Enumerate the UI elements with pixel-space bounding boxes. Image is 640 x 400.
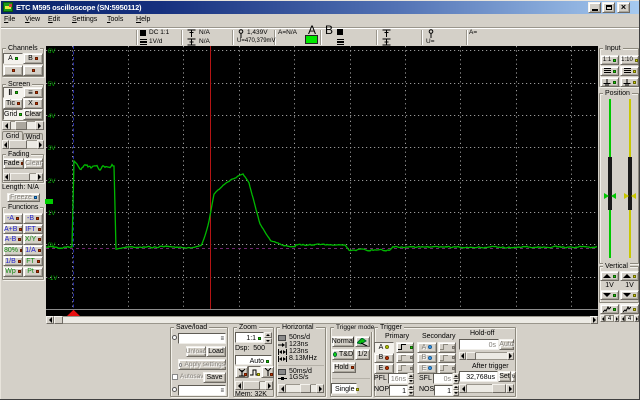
svg-text:4V: 4V xyxy=(48,114,55,120)
svg-text:-1V: -1V xyxy=(48,276,57,282)
svg-text:3V: 3V xyxy=(48,146,55,152)
svg-text:1V: 1V xyxy=(48,211,55,217)
svg-text:6V: 6V xyxy=(48,49,55,55)
svg-text:2V: 2V xyxy=(48,179,55,185)
svg-text:5V: 5V xyxy=(48,82,55,88)
